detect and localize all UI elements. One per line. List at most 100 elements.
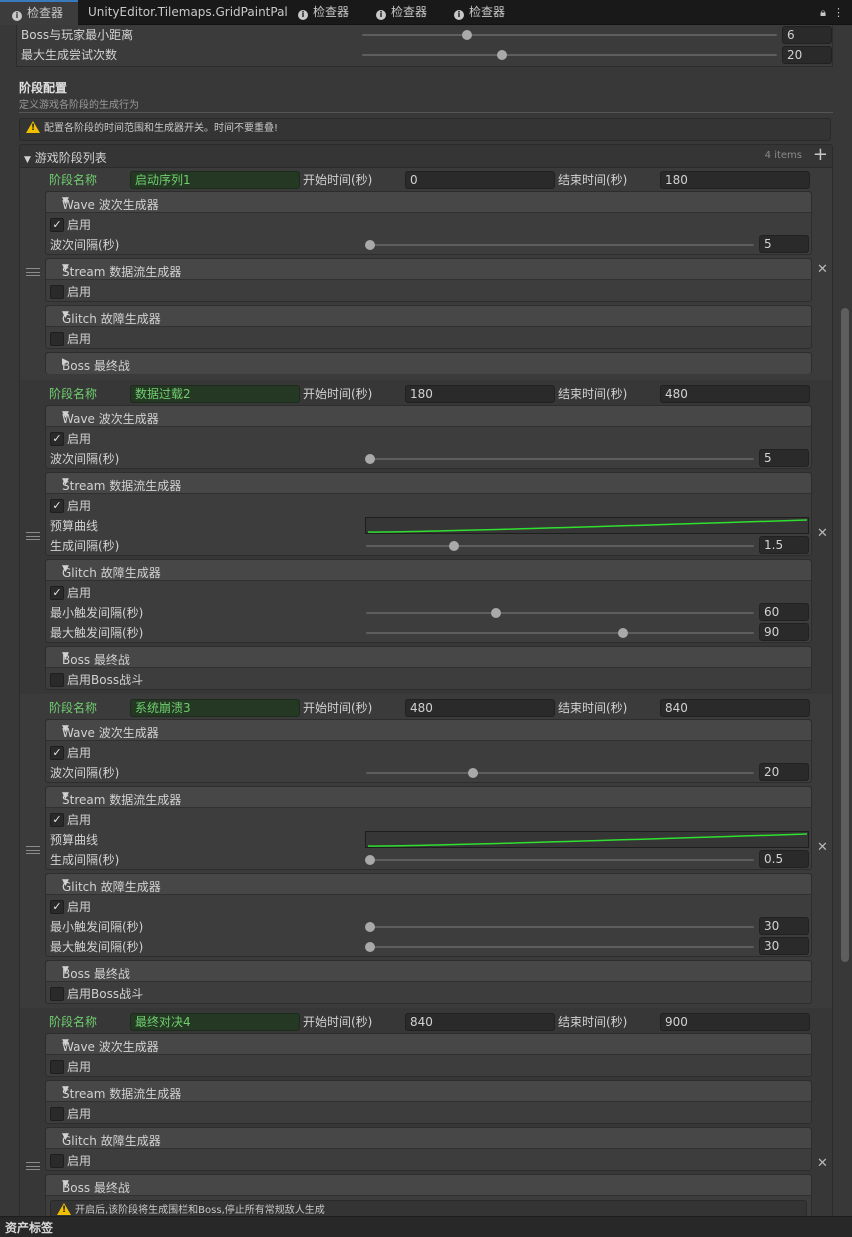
tab-grid-paint-palette[interactable]: UnityEditor.Tilemaps.GridPaintPalet — [88, 0, 288, 25]
wave-enable-label: 启用 — [67, 218, 92, 232]
min-trigger-slider-knob[interactable] — [365, 922, 375, 932]
min-trigger-input[interactable]: 60 — [759, 603, 809, 621]
min-trigger-slider[interactable] — [366, 612, 754, 614]
wave-interval-slider[interactable] — [366, 458, 754, 460]
end-time-input[interactable]: 480 — [660, 385, 810, 403]
phase-name-input[interactable]: 数据过载2 — [130, 385, 300, 403]
min-trigger-input[interactable]: 30 — [759, 917, 809, 935]
boss-generator-foldout[interactable]: ▼ Boss 最终战 — [46, 647, 811, 668]
stream-enable-checkbox[interactable]: ✓ — [50, 499, 64, 513]
boss-min-distance-slider[interactable] — [362, 34, 777, 36]
start-time-input[interactable]: 480 — [405, 699, 555, 717]
glitch-enable-checkbox[interactable] — [50, 1154, 64, 1168]
max-trigger-slider[interactable] — [366, 946, 754, 948]
wave-generator-foldout[interactable]: ▼ Wave 波次生成器 — [46, 406, 811, 427]
spawn-interval-slider[interactable] — [366, 545, 754, 547]
glitch-enable-checkbox[interactable] — [50, 332, 64, 346]
spawn-interval-slider-knob[interactable] — [365, 855, 375, 865]
phase-name-input[interactable]: 最终对决4 — [130, 1013, 300, 1031]
wave-generator-foldout[interactable]: ▼ Wave 波次生成器 — [46, 1034, 811, 1055]
remove-element-button[interactable]: ✕ — [817, 840, 828, 855]
glitch-generator-foldout[interactable]: ▼ Glitch 故障生成器 — [46, 1128, 811, 1149]
more-options-icon[interactable]: ⋮ — [833, 6, 844, 19]
asset-labels-bar[interactable]: 资产标签 — [0, 1216, 852, 1237]
vertical-scrollbar[interactable] — [841, 308, 849, 962]
stream-generator-foldout[interactable]: ▼ Stream 数据流生成器 — [46, 259, 811, 280]
min-trigger-slider[interactable] — [366, 926, 754, 928]
tab-inspector-4[interactable]: i 检查器 — [454, 0, 524, 25]
wave-generator-foldout[interactable]: ▼ Wave 波次生成器 — [46, 720, 811, 741]
wave-interval-slider-knob[interactable] — [468, 768, 478, 778]
end-time-input[interactable]: 900 — [660, 1013, 810, 1031]
boss-enable-checkbox[interactable] — [50, 987, 64, 1001]
wave-enable-checkbox[interactable]: ✓ — [50, 218, 64, 232]
wave-generator-foldout[interactable]: ▼ Wave 波次生成器 — [46, 192, 811, 213]
lock-icon[interactable]: 🔒︎ — [820, 6, 826, 19]
glitch-generator-foldout[interactable]: ▼ Glitch 故障生成器 — [46, 874, 811, 895]
wave-enable-checkbox[interactable]: ✓ — [50, 746, 64, 760]
drag-handle-icon[interactable] — [26, 268, 40, 276]
boss-min-distance-slider-knob[interactable] — [462, 30, 472, 40]
boss-min-distance-input[interactable]: 6 — [782, 26, 832, 44]
max-trigger-slider-knob[interactable] — [365, 942, 375, 952]
tab-inspector-active[interactable]: i 检查器 — [0, 0, 78, 25]
end-time-input[interactable]: 180 — [660, 171, 810, 189]
end-time-input[interactable]: 840 — [660, 699, 810, 717]
wave-interval-slider-knob[interactable] — [365, 240, 375, 250]
max-trigger-slider-knob[interactable] — [618, 628, 628, 638]
remove-element-button[interactable]: ✕ — [817, 1156, 828, 1171]
wave-enable-checkbox[interactable]: ✓ — [50, 432, 64, 446]
spawn-interval-input[interactable]: 1.5 — [759, 536, 809, 554]
max-spawn-attempts-slider[interactable] — [362, 54, 777, 56]
wave-enable-checkbox[interactable] — [50, 1060, 64, 1074]
phase-name-input[interactable]: 启动序列1 — [130, 171, 300, 189]
stream-enable-checkbox[interactable] — [50, 1107, 64, 1121]
start-time-input[interactable]: 180 — [405, 385, 555, 403]
boss-generator-foldout[interactable]: ▼ Boss 最终战 — [46, 1175, 811, 1196]
wave-interval-slider[interactable] — [366, 772, 754, 774]
glitch-enable-checkbox[interactable]: ✓ — [50, 586, 64, 600]
max-spawn-attempts-input[interactable]: 20 — [782, 46, 832, 64]
wave-interval-slider[interactable] — [366, 244, 754, 246]
drag-handle-icon[interactable] — [26, 532, 40, 540]
budget-curve-field[interactable] — [365, 831, 809, 848]
stream-generator-foldout[interactable]: ▼ Stream 数据流生成器 — [46, 473, 811, 494]
tab-inspector-2[interactable]: i 检查器 — [298, 0, 368, 25]
phase-name-input[interactable]: 系统崩溃3 — [130, 699, 300, 717]
start-time-input[interactable]: 0 — [405, 171, 555, 189]
tab-inspector-3[interactable]: i 检查器 — [376, 0, 446, 25]
max-spawn-attempts-slider-knob[interactable] — [497, 50, 507, 60]
add-element-button[interactable]: + — [813, 144, 828, 165]
wave-interval-input[interactable]: 5 — [759, 235, 809, 253]
boss-generator-foldout[interactable]: ▼ Boss 最终战 — [46, 961, 811, 982]
glitch-enable-checkbox[interactable]: ✓ — [50, 900, 64, 914]
stream-enable-checkbox[interactable]: ✓ — [50, 813, 64, 827]
glitch-generator-foldout[interactable]: ▼ Glitch 故障生成器 — [46, 306, 811, 327]
budget-curve-field[interactable] — [365, 517, 809, 534]
remove-element-button[interactable]: ✕ — [817, 526, 828, 541]
stream-enable-checkbox[interactable] — [50, 285, 64, 299]
wave-interval-input[interactable]: 5 — [759, 449, 809, 467]
wave-interval-input[interactable]: 20 — [759, 763, 809, 781]
wave-interval-slider-knob[interactable] — [365, 454, 375, 464]
max-trigger-input[interactable]: 90 — [759, 623, 809, 641]
boss-enable-checkbox[interactable] — [50, 673, 64, 687]
start-time-input[interactable]: 840 — [405, 1013, 555, 1031]
min-trigger-label: 最小触发间隔(秒) — [50, 606, 144, 620]
spawn-interval-slider-knob[interactable] — [449, 541, 459, 551]
min-trigger-slider-knob[interactable] — [491, 608, 501, 618]
max-trigger-input[interactable]: 30 — [759, 937, 809, 955]
glitch-generator-foldout[interactable]: ▼ Glitch 故障生成器 — [46, 560, 811, 581]
spawn-interval-input[interactable]: 0.5 — [759, 850, 809, 868]
boss-generator-foldout[interactable]: ▶ Boss 最终战 — [46, 353, 811, 374]
foldout-arrow-icon[interactable]: ▼ — [24, 155, 31, 165]
remove-element-button[interactable]: ✕ — [817, 262, 828, 277]
drag-handle-icon[interactable] — [26, 1162, 40, 1170]
max-trigger-slider[interactable] — [366, 632, 754, 634]
stream-generator-foldout[interactable]: ▼ Stream 数据流生成器 — [46, 1081, 811, 1102]
stream-generator-foldout[interactable]: ▼ Stream 数据流生成器 — [46, 787, 811, 808]
spawn-interval-slider[interactable] — [366, 859, 754, 861]
drag-handle-icon[interactable] — [26, 846, 40, 854]
phase-list-header[interactable]: ▼ 游戏阶段列表 4 items + — [19, 144, 833, 168]
start-time-label: 开始时间(秒) — [303, 173, 373, 187]
